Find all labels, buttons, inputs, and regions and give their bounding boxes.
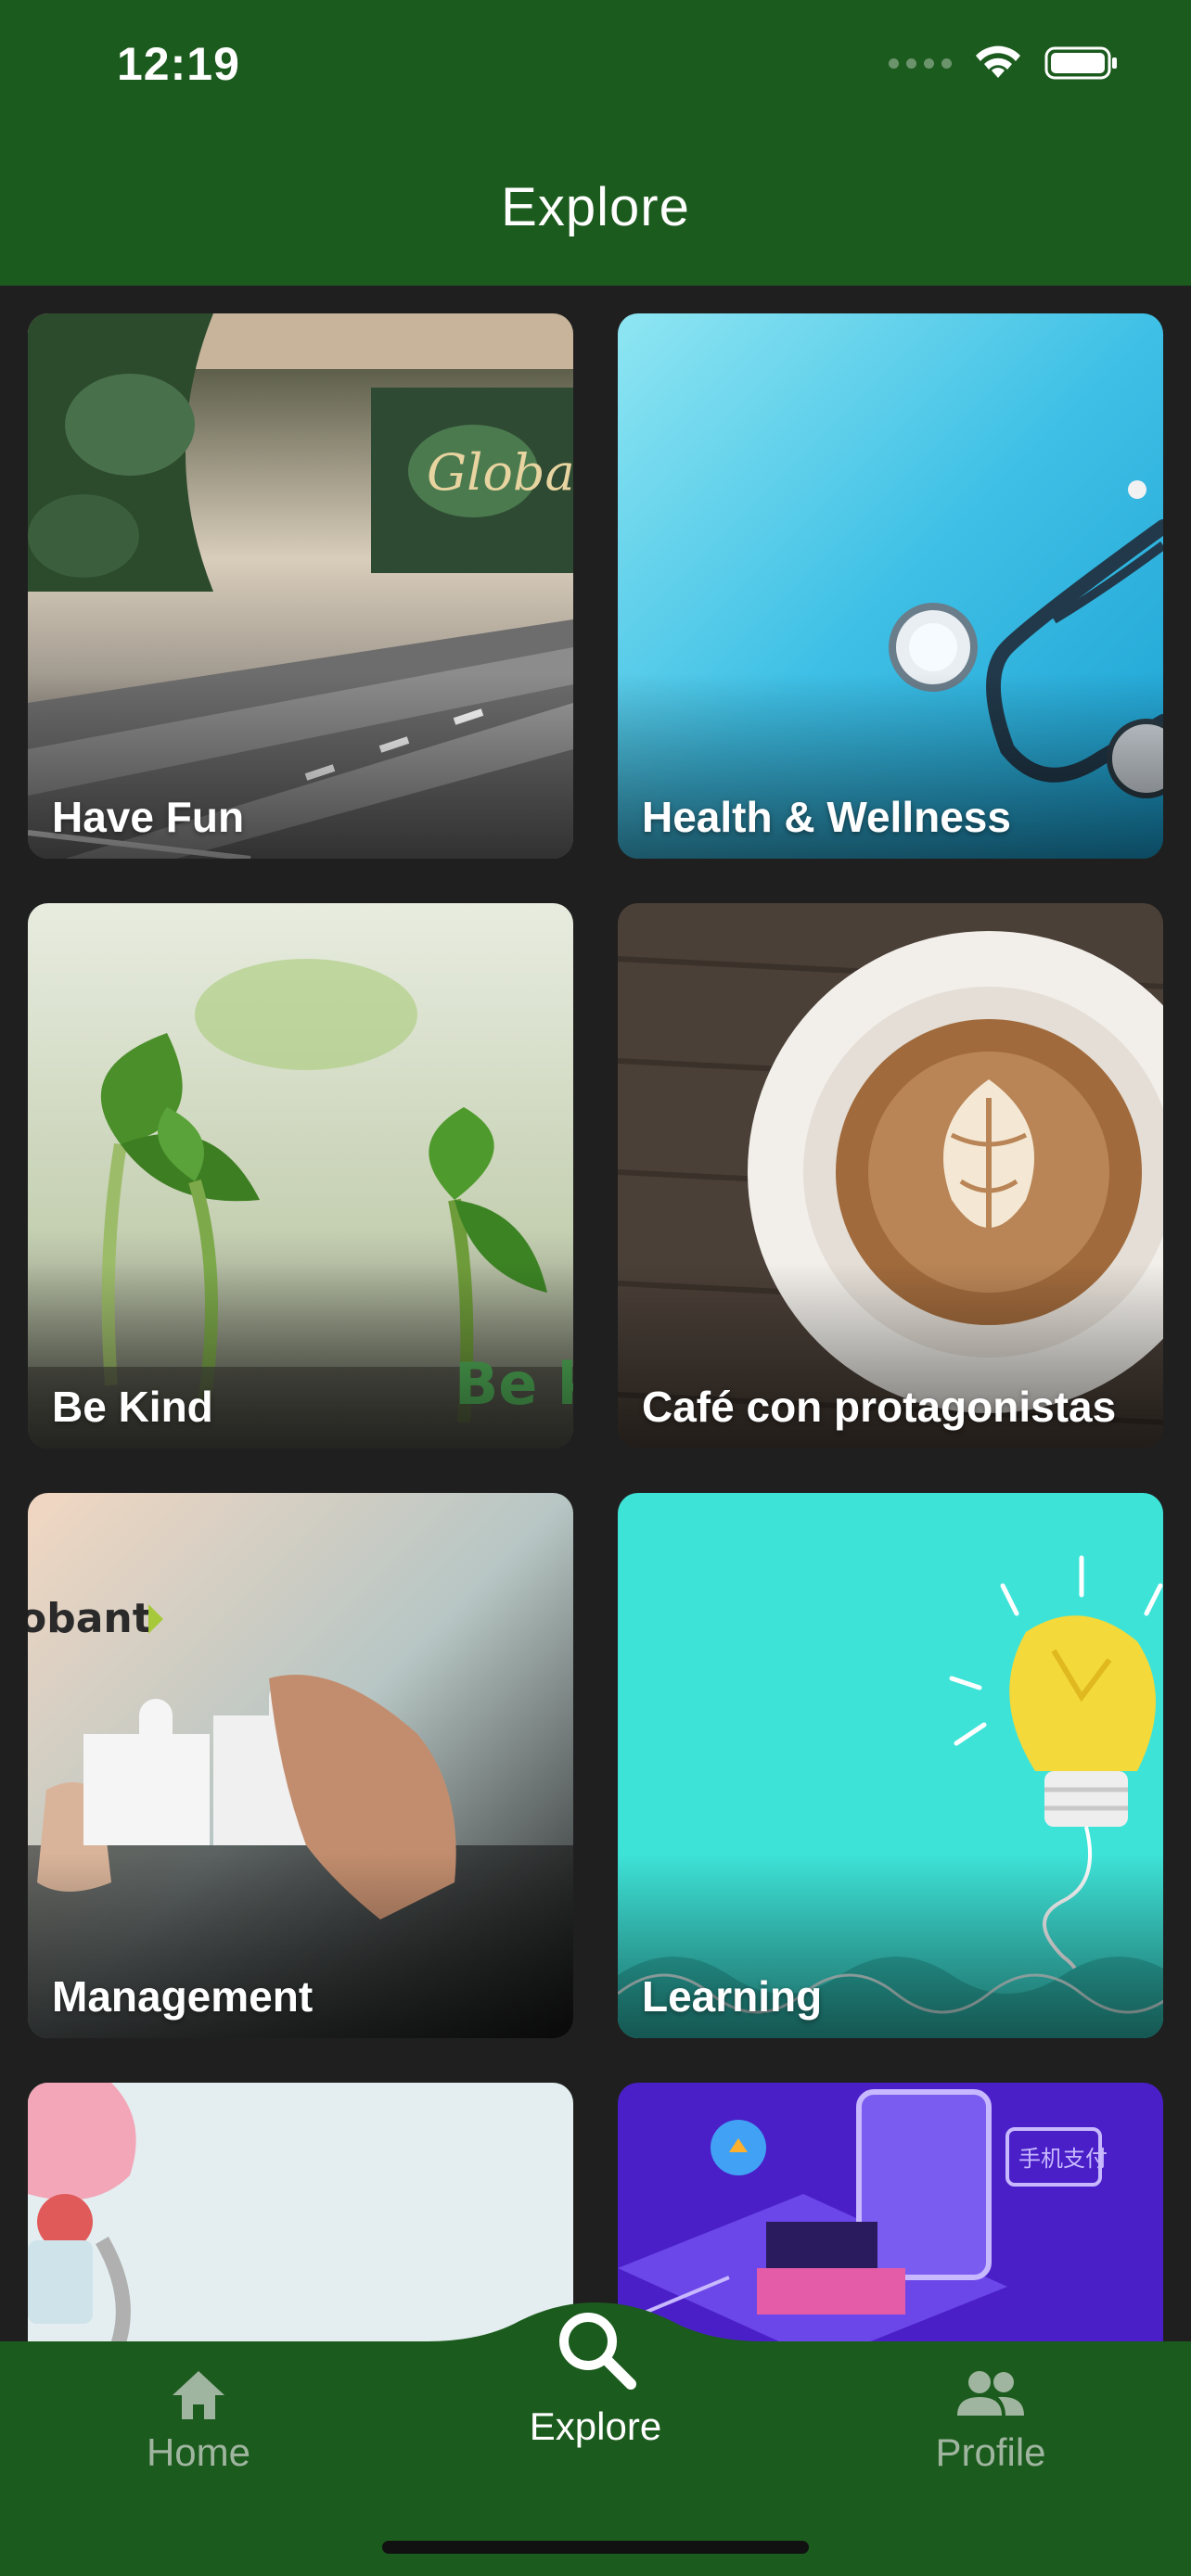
nav-profile-label: Profile <box>935 2430 1046 2474</box>
page-title: Explore <box>501 177 690 237</box>
category-grid: Globant Have Fun <box>28 313 1163 2576</box>
home-icon <box>173 2371 224 2419</box>
status-icons <box>889 45 1119 82</box>
category-card-cafe[interactable]: Café con protagonistas <box>618 903 1163 1448</box>
category-label: Learning <box>642 1972 823 2021</box>
search-icon <box>559 2313 636 2390</box>
svg-text:手机支付: 手机支付 <box>1018 2146 1108 2172</box>
svg-text:Globant: Globant <box>427 443 573 502</box>
category-label: Have Fun <box>52 793 245 841</box>
nav-home[interactable]: Home <box>78 2367 319 2475</box>
category-card-health-wellness[interactable]: Health & Wellness <box>618 313 1163 859</box>
battery-icon <box>1044 45 1119 82</box>
category-label: Health & Wellness <box>642 793 1011 841</box>
category-card-have-fun[interactable]: Globant Have Fun <box>28 313 573 859</box>
category-card-learning[interactable]: Learning <box>618 1493 1163 2038</box>
wifi-icon <box>974 45 1022 82</box>
category-card-be-kind[interactable]: Be k Be Kind <box>28 903 573 1448</box>
top-bar: 12:19 Explore <box>0 0 1191 286</box>
nav-explore[interactable]: Explore <box>475 2304 716 2449</box>
svg-text:obant: obant <box>28 1595 152 1642</box>
category-label: Management <box>52 1972 314 2021</box>
nav-explore-label: Explore <box>529 2404 662 2448</box>
home-indicator <box>382 2541 809 2554</box>
explore-screen: 12:19 Explore Globa Have Fun Health & We… <box>0 0 1191 2576</box>
category-label: Be Kind <box>52 1383 213 1431</box>
nav-home-label: Home <box>146 2430 251 2474</box>
people-icon <box>957 2371 1024 2416</box>
category-label: Café con protagonistas <box>642 1383 1117 1431</box>
nav-profile[interactable]: Profile <box>870 2367 1111 2475</box>
category-card-management[interactable]: obant Management <box>28 1493 573 2038</box>
signal-icon <box>889 57 952 69</box>
status-time: 12:19 <box>117 38 240 90</box>
